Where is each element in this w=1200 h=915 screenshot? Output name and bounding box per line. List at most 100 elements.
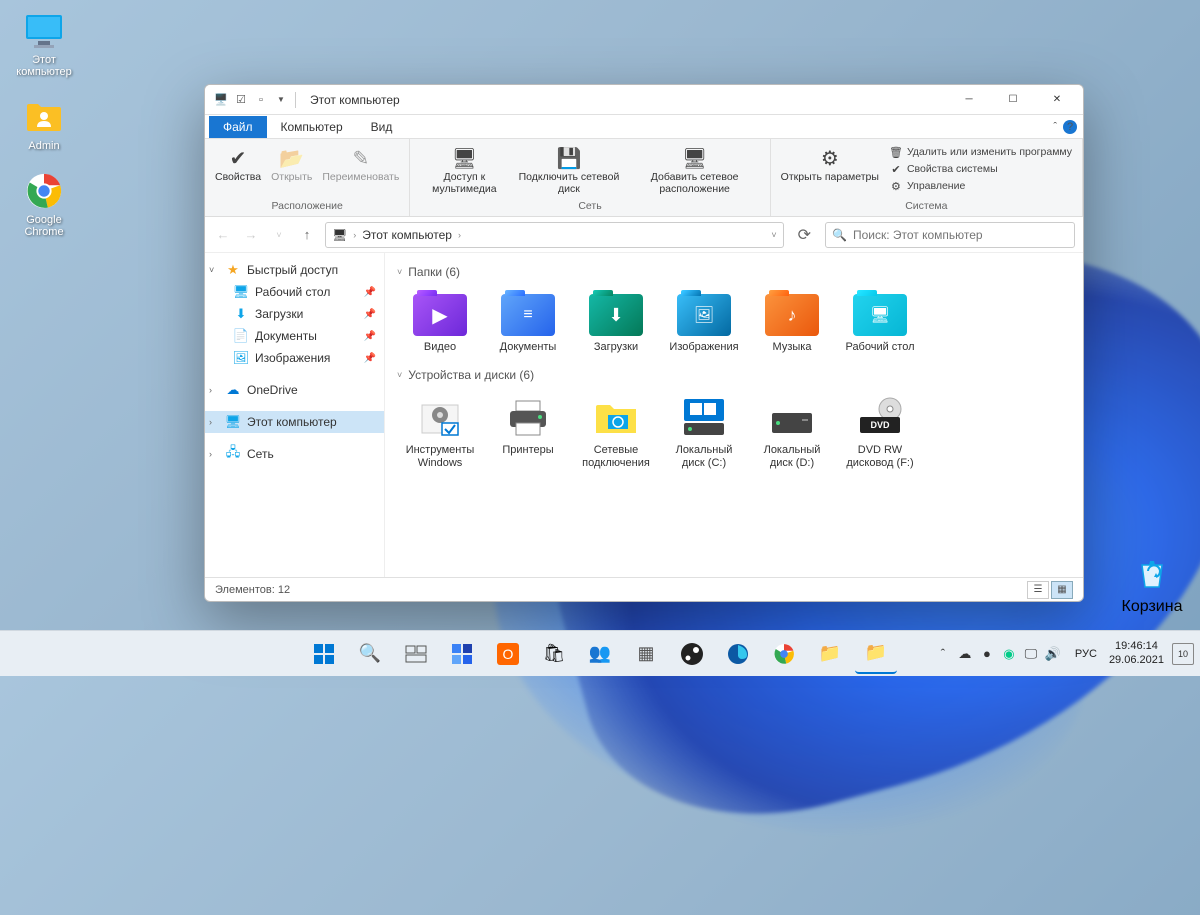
chevron-up-icon[interactable]: ˆ <box>933 644 953 664</box>
item-windows-tools[interactable]: Инструменты Windows <box>397 390 483 474</box>
dropdown-icon[interactable]: ▼ <box>273 92 289 108</box>
chevron-right-icon[interactable]: › <box>458 230 461 240</box>
edge-tray-icon[interactable]: ◉ <box>999 644 1019 664</box>
sidebar-network[interactable]: ›🖧Сеть <box>205 443 384 465</box>
steam-tray-icon[interactable]: ● <box>977 644 997 664</box>
taskbar-teams[interactable]: 👥 <box>579 634 621 674</box>
icons-view-button[interactable]: ▦ <box>1051 581 1073 599</box>
language-button[interactable]: РУС <box>1071 648 1101 660</box>
item-drive-d[interactable]: Локальный диск (D:) <box>749 390 835 474</box>
separator <box>295 92 296 108</box>
sidebar-onedrive[interactable]: ›☁OneDrive <box>205 379 384 401</box>
map-drive-button[interactable]: 💾Подключить сетевой диск <box>514 142 623 197</box>
minimize-button[interactable]: ─ <box>947 85 991 115</box>
folder-documents[interactable]: ≡Документы <box>485 287 571 358</box>
system-list: 🗑Удалить или изменить программу ✔Свойств… <box>885 142 1076 194</box>
folder-downloads[interactable]: ⬇Загрузки <box>573 287 659 358</box>
tab-computer[interactable]: Компьютер <box>267 116 357 138</box>
cloud-tray-icon[interactable]: ☁ <box>955 644 975 664</box>
widgets-button[interactable] <box>441 634 483 674</box>
taskview-button[interactable] <box>395 634 437 674</box>
rename-icon: ✎ <box>346 144 376 172</box>
notifications-button[interactable]: 10 <box>1172 643 1194 665</box>
item-dvd-drive[interactable]: DVDDVD RW дисковод (F:) <box>837 390 923 474</box>
ribbon-group-location: ✔Свойства 📂Открыть ✎Переименовать Распол… <box>205 139 410 216</box>
breadcrumb-this-pc[interactable]: Этот компьютер <box>362 228 452 242</box>
taskbar-edge[interactable] <box>717 634 759 674</box>
taskbar-steam[interactable] <box>671 634 713 674</box>
search-button[interactable]: 🔍 <box>349 634 391 674</box>
sidebar-documents[interactable]: 📄Документы📌 <box>205 325 384 347</box>
sidebar-desktop[interactable]: 🖥Рабочий стол📌 <box>205 281 384 303</box>
folder-music[interactable]: ♪Музыка <box>749 287 835 358</box>
desktop-icon-recycle-bin[interactable]: Корзина <box>1116 553 1188 616</box>
folder-desktop[interactable]: 🖥Рабочий стол <box>837 287 923 358</box>
tools-icon <box>410 394 470 442</box>
desktop-icon-label: Google Chrome <box>8 214 80 238</box>
details-view-button[interactable]: ☰ <box>1027 581 1049 599</box>
section-drives-header[interactable]: ˅Устройства и диски (6) <box>397 368 1071 382</box>
taskbar-chrome[interactable] <box>763 634 805 674</box>
volume-icon[interactable]: 🔊 <box>1043 644 1063 664</box>
open-settings-button[interactable]: ⚙Открыть параметры <box>777 142 883 186</box>
search-box[interactable]: 🔍 <box>825 222 1075 248</box>
taskbar-app-2[interactable]: ▦ <box>625 634 667 674</box>
chevron-right-icon[interactable]: › <box>353 230 356 240</box>
sidebar-downloads[interactable]: ⬇Загрузки📌 <box>205 303 384 325</box>
add-network-button[interactable]: 🖥Добавить сетевое расположение <box>626 142 764 197</box>
taskbar-store[interactable]: 🛍 <box>533 634 575 674</box>
picture-icon: 🖼 <box>233 350 249 366</box>
item-drive-c[interactable]: Локальный диск (C:) <box>661 390 747 474</box>
chevron-right-icon[interactable]: › <box>209 449 219 459</box>
taskbar-explorer[interactable]: 📁 <box>855 634 897 674</box>
chevron-right-icon[interactable]: › <box>209 385 219 395</box>
close-button[interactable]: ✕ <box>1035 85 1079 115</box>
taskbar-app-1[interactable]: O <box>487 634 529 674</box>
tab-view[interactable]: Вид <box>357 116 407 138</box>
address-bar[interactable]: 🖥 › Этот компьютер › ˅ <box>325 222 784 248</box>
uninstall-programs[interactable]: 🗑Удалить или изменить программу <box>885 144 1076 160</box>
maximize-button[interactable]: ☐ <box>991 85 1035 115</box>
sidebar-quick-access[interactable]: ˅★Быстрый доступ <box>205 259 384 281</box>
monitor-tray-icon[interactable]: 🖵 <box>1021 644 1041 664</box>
titlebar[interactable]: 🖥️ ☑ ▫ ▼ Этот компьютер ─ ☐ ✕ <box>205 85 1083 115</box>
section-folders-header[interactable]: ˅Папки (6) <box>397 265 1071 279</box>
collapse-ribbon-icon[interactable]: ˆ <box>1053 121 1057 133</box>
open-button[interactable]: 📂Открыть <box>267 142 316 186</box>
back-button[interactable]: ← <box>213 225 233 245</box>
chevron-right-icon[interactable]: › <box>209 417 219 427</box>
folder-pictures[interactable]: 🖼Изображения <box>661 287 747 358</box>
media-access-button[interactable]: 🖥Доступ к мультимедиа <box>416 142 512 197</box>
tab-file[interactable]: Файл <box>209 116 267 138</box>
desktop-icon-admin[interactable]: Admin <box>8 96 80 152</box>
up-button[interactable]: ↑ <box>297 225 317 245</box>
item-printers[interactable]: Принтеры <box>485 390 571 474</box>
sidebar-this-pc[interactable]: ›🖥Этот компьютер <box>205 411 384 433</box>
folder-videos[interactable]: ▶Видео <box>397 287 483 358</box>
recent-button[interactable]: ˅ <box>269 225 289 245</box>
monitor-icon <box>23 10 65 52</box>
desktop-icon-chrome[interactable]: Google Chrome <box>8 170 80 238</box>
forward-button[interactable]: → <box>241 225 261 245</box>
address-dropdown-icon[interactable]: ˅ <box>771 230 776 240</box>
system-properties[interactable]: ✔Свойства системы <box>885 161 1076 177</box>
chrome-icon <box>23 170 65 212</box>
sidebar-pictures[interactable]: 🖼Изображения📌 <box>205 347 384 369</box>
taskbar-app-3[interactable]: 📁 <box>809 634 851 674</box>
rename-button[interactable]: ✎Переименовать <box>318 142 403 186</box>
properties-button[interactable]: ✔Свойства <box>211 142 265 186</box>
checkbox-icon[interactable]: ☑ <box>233 92 249 108</box>
refresh-button[interactable]: ⟳ <box>792 225 817 245</box>
pin-icon: 📌 <box>364 353 376 364</box>
help-icon[interactable]: ? <box>1063 120 1077 134</box>
search-input[interactable] <box>853 228 1068 242</box>
drive-d-icon <box>762 394 822 442</box>
search-icon: 🔍 <box>358 642 382 666</box>
chevron-down-icon[interactable]: ˅ <box>209 265 219 275</box>
widgets-icon <box>450 642 474 666</box>
clock[interactable]: 19:46:14 29.06.2021 <box>1109 640 1164 666</box>
start-button[interactable] <box>303 634 345 674</box>
item-network-connections[interactable]: Сетевые подключения <box>573 390 659 474</box>
desktop-icon-this-pc[interactable]: Этот компьютер <box>8 10 80 78</box>
manage[interactable]: ⚙Управление <box>885 178 1076 194</box>
